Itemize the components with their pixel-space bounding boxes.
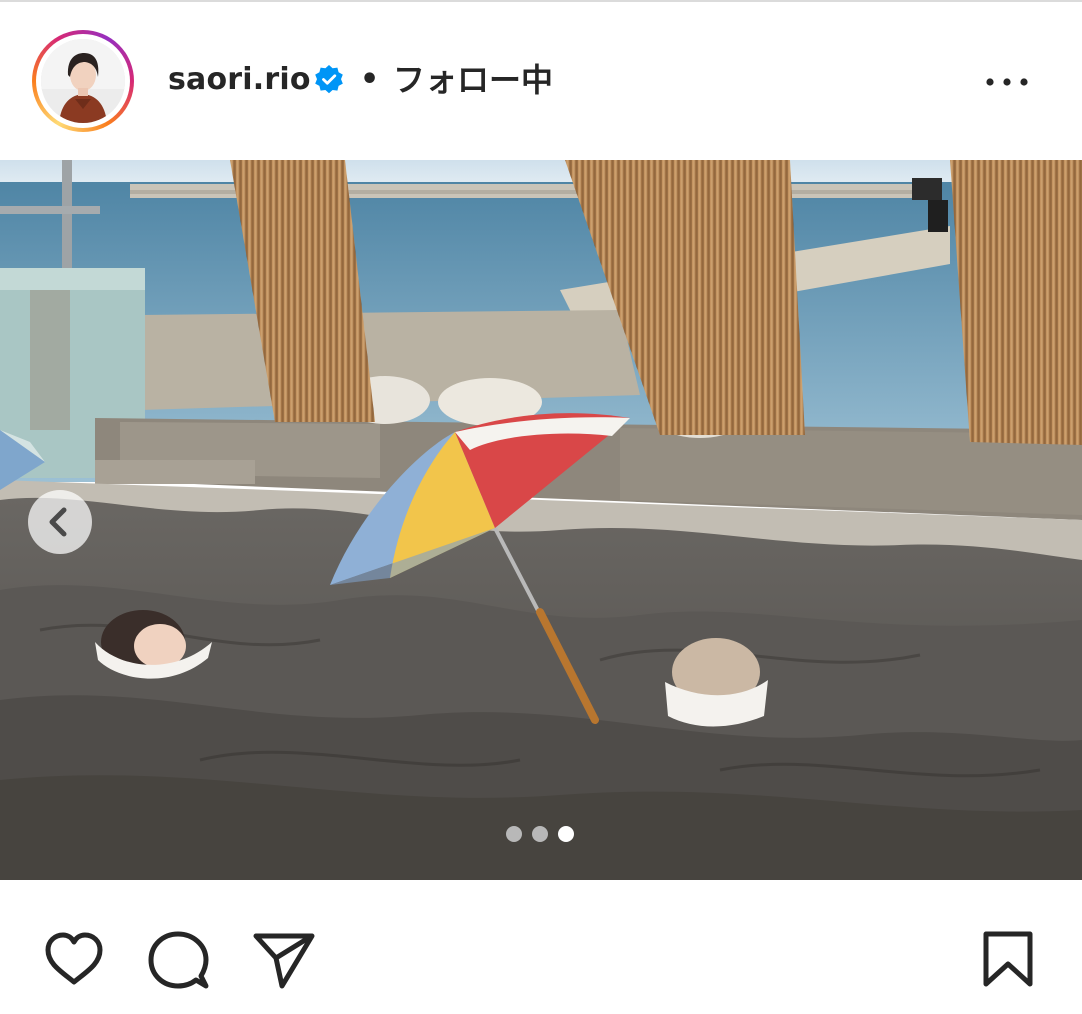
carousel-indicator: [504, 826, 576, 842]
comment-button[interactable]: [146, 928, 210, 992]
post-photo[interactable]: [0, 160, 1082, 880]
following-button[interactable]: フォロー中: [393, 60, 553, 100]
instagram-post: saori.rio • フォロー中: [0, 0, 1082, 1014]
comment-icon: [148, 931, 209, 989]
story-ring[interactable]: [32, 30, 134, 132]
save-button[interactable]: [976, 928, 1040, 992]
more-options-icon: [986, 78, 1028, 86]
heart-icon: [45, 932, 103, 985]
avatar-photo: [41, 39, 125, 123]
username-link[interactable]: saori.rio: [168, 60, 311, 100]
like-button[interactable]: [42, 928, 106, 992]
avatar[interactable]: [41, 39, 125, 123]
more-options-button[interactable]: [982, 64, 1034, 100]
sand-bath-photo: [0, 160, 1082, 880]
share-button[interactable]: [252, 928, 316, 992]
previous-slide-button[interactable]: [28, 490, 92, 554]
carousel-dot: [506, 826, 522, 842]
separator-dot: •: [360, 62, 380, 97]
chevron-left-icon: [49, 507, 67, 537]
carousel-dot-active: [558, 826, 574, 842]
bookmark-icon: [983, 931, 1033, 987]
post-header: saori.rio • フォロー中: [0, 2, 1082, 160]
paper-plane-icon: [253, 933, 315, 989]
carousel-dot: [532, 826, 548, 842]
verified-badge-icon: [315, 65, 343, 94]
